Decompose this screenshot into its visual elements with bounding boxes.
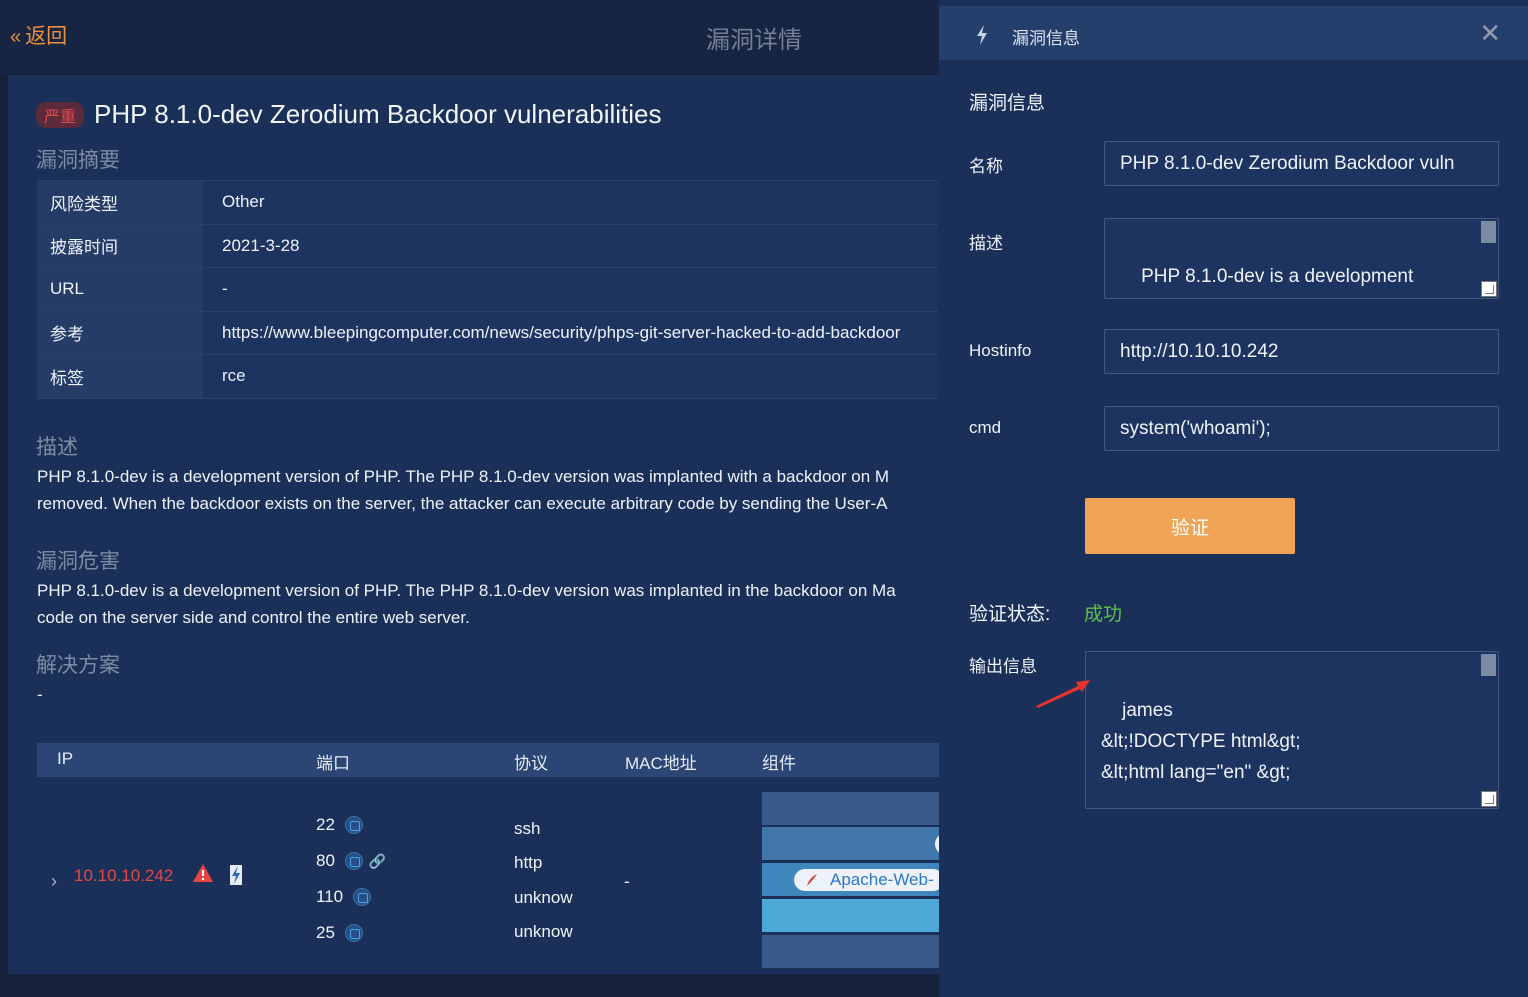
output-label: 输出信息 (969, 657, 1037, 676)
description-heading: 描述 (36, 436, 78, 459)
description-line: removed. When the backdoor exists on the… (37, 494, 888, 513)
resize-handle-icon[interactable] (1481, 281, 1497, 297)
bolt-icon (977, 25, 987, 45)
scrollbar-thumb[interactable] (1481, 221, 1496, 243)
port-number: 110 (316, 887, 344, 906)
red-arrow-icon (1036, 680, 1090, 708)
hostinfo-field[interactable] (1104, 329, 1499, 374)
apache-feather-icon (807, 874, 817, 886)
bolt-icon[interactable] (230, 865, 242, 885)
drawer-header: 漏洞信息 ✕ (939, 6, 1528, 60)
description-label: 描述 (969, 234, 1003, 253)
table-row: 风险类型 Other (37, 180, 940, 225)
table-row: URL - (37, 267, 940, 312)
reference-link[interactable]: https://www.bleepingcomputer.com/news/se… (203, 310, 940, 355)
solution-text: - (37, 685, 43, 704)
hostinfo-label: Hostinfo (969, 341, 1032, 360)
component-label: Apache-Web- (830, 870, 934, 889)
summary-value: - (203, 267, 940, 312)
table-row: 标签 rce (37, 354, 940, 399)
description-value: PHP 8.1.0-dev is a development version o… (1141, 266, 1414, 287)
protocol: http (514, 853, 543, 872)
table-row: 参考 https://www.bleepingcomputer.com/news… (37, 310, 940, 355)
name-label: 名称 (969, 157, 1003, 176)
verify-status-value: 成功 (1084, 604, 1123, 625)
name-field[interactable] (1104, 141, 1499, 186)
summary-key: URL (37, 267, 203, 312)
summary-key: 标签 (37, 354, 203, 399)
drawer-title: 漏洞信息 (1012, 29, 1080, 48)
drawer-section-title: 漏洞信息 (969, 93, 1046, 114)
summary-table: 风险类型 Other 披露时间 2021-3-28 URL - 参考 https… (37, 180, 940, 399)
top-bar: «返回 漏洞详情 (0, 0, 940, 74)
port-item: 25 (316, 923, 363, 943)
table-row: › 10.10.10.242 22 80 🔗 110 25 ssh http u… (37, 777, 940, 974)
warning-icon (193, 864, 213, 882)
port-number: 25 (316, 923, 335, 942)
scan-icon[interactable] (344, 852, 363, 870)
component-chip[interactable]: Apache-Web- (794, 869, 940, 891)
protocol: ssh (514, 819, 541, 838)
component-bar: Apache-Web- (762, 863, 940, 896)
cmd-label: cmd (969, 418, 1002, 437)
summary-value: Other (203, 180, 940, 225)
resize-handle-icon[interactable] (1481, 791, 1497, 807)
description-line: PHP 8.1.0-dev is a development version o… (37, 467, 890, 486)
verify-button[interactable]: 验证 (1085, 498, 1295, 554)
verify-status-label: 验证状态: (969, 604, 1051, 625)
port-number: 22 (316, 815, 335, 834)
component-bar (762, 792, 940, 825)
expand-chevron-icon[interactable]: › (51, 871, 57, 892)
component-bar (762, 899, 940, 932)
ip-address[interactable]: 10.10.10.242 (74, 866, 173, 886)
hosts-table-header: IP 端口 协议 MAC地址 组件 (37, 743, 940, 777)
impact-line: code on the server side and control the … (37, 608, 470, 627)
scrollbar-thumb[interactable] (1481, 654, 1496, 676)
summary-value: 2021-3-28 (203, 223, 940, 268)
protocol: unknow (514, 922, 573, 941)
protocol: unknow (514, 888, 573, 907)
scan-icon[interactable] (344, 924, 363, 942)
summary-value: rce (203, 354, 940, 399)
summary-key: 披露时间 (37, 223, 203, 268)
severity-badge: 严重 (36, 101, 85, 128)
output-textarea[interactable]: james &lt;!DOCTYPE html&gt; &lt;html lan… (1085, 651, 1499, 809)
port-item: 22 (316, 815, 363, 835)
mac-address: - (624, 872, 630, 891)
table-row: 披露时间 2021-3-28 (37, 223, 940, 268)
col-ip: IP (57, 749, 74, 768)
scan-icon[interactable] (353, 888, 372, 906)
double-chevron-left-icon: « (10, 26, 22, 48)
summary-heading: 漏洞摘要 (36, 149, 120, 172)
port-number: 80 (316, 851, 335, 870)
vuln-name: PHP 8.1.0-dev Zerodium Backdoor vulnerab… (94, 99, 662, 129)
component-bar (762, 827, 940, 860)
col-component: 组件 (762, 754, 796, 773)
summary-key: 参考 (37, 310, 203, 355)
component-bar (762, 935, 940, 968)
back-link[interactable]: «返回 (10, 20, 67, 50)
link-icon[interactable]: 🔗 (369, 853, 386, 870)
summary-key: 风险类型 (37, 180, 203, 225)
close-icon[interactable]: ✕ (1479, 18, 1501, 49)
vuln-info-drawer: 漏洞信息 ✕ 漏洞信息 名称 描述 PHP 8.1.0-dev is a dev… (939, 0, 1528, 997)
output-value: james &lt;!DOCTYPE html&gt; &lt;html lan… (1101, 700, 1301, 783)
vuln-detail-panel: 严重 PHP 8.1.0-dev Zerodium Backdoor vulne… (8, 75, 940, 974)
description-textarea[interactable]: PHP 8.1.0-dev is a development version o… (1104, 218, 1499, 299)
scan-icon[interactable] (344, 816, 363, 834)
col-port: 端口 (316, 754, 350, 773)
vuln-title-row: 严重 PHP 8.1.0-dev Zerodium Backdoor vulne… (36, 99, 661, 130)
description-text: PHP 8.1.0-dev is a development version o… (37, 463, 940, 517)
cmd-field[interactable] (1104, 406, 1499, 451)
impact-line: PHP 8.1.0-dev is a development version o… (37, 581, 896, 600)
col-mac: MAC地址 (625, 754, 697, 773)
port-item: 80 🔗 (316, 851, 386, 871)
impact-heading: 漏洞危害 (36, 550, 120, 573)
solution-heading: 解决方案 (36, 654, 120, 677)
impact-text: PHP 8.1.0-dev is a development version o… (37, 577, 940, 631)
port-item: 110 (316, 887, 372, 907)
back-label: 返回 (25, 25, 68, 48)
col-protocol: 协议 (514, 754, 548, 773)
page-title: 漏洞详情 (706, 27, 802, 54)
